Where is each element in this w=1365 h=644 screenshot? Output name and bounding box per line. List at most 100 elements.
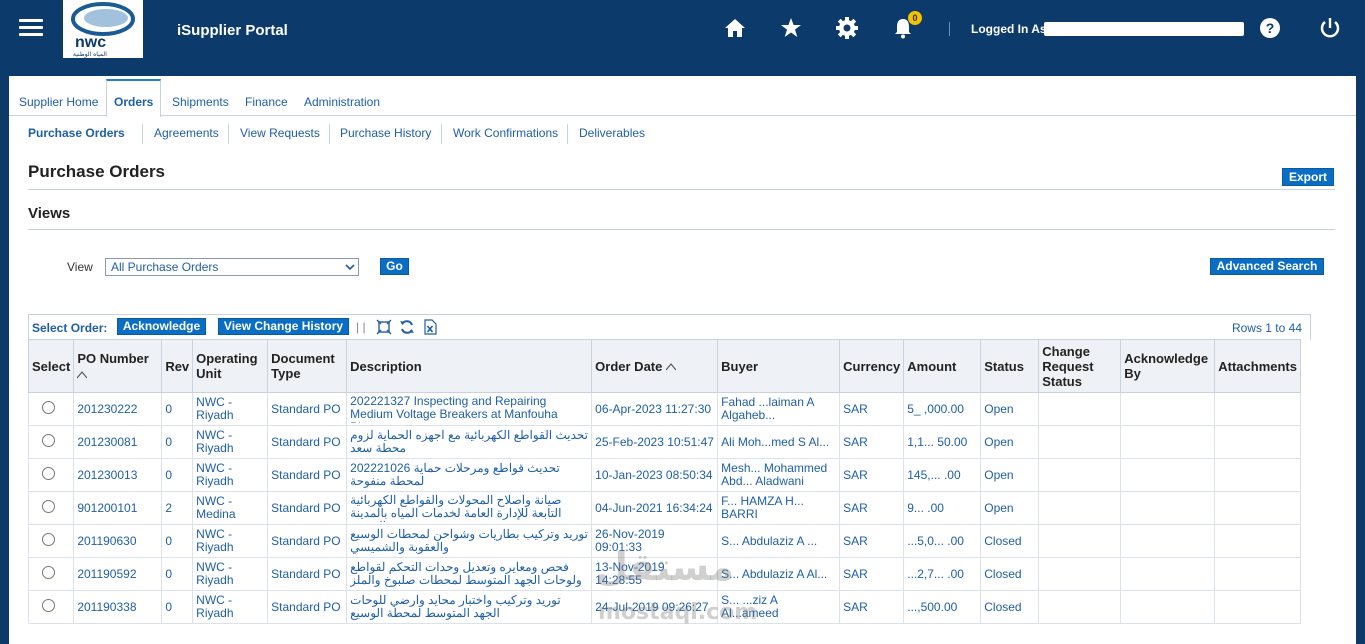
sort-ascending-icon[interactable] <box>77 370 88 379</box>
description-cell: توريد وتركيب بطاريات وشواحن لمحطات الوسي… <box>346 524 593 558</box>
help-icon[interactable]: ? <box>1258 16 1282 40</box>
settings-gear-icon[interactable] <box>835 16 859 40</box>
refresh-icon[interactable] <box>399 319 415 335</box>
row-select-radio[interactable] <box>42 434 55 447</box>
select-radio[interactable] <box>27 557 75 591</box>
acknowledge-by-cell <box>1120 425 1216 459</box>
subnav-purchase-history[interactable]: Purchase History <box>340 126 431 140</box>
rev-cell[interactable]: 0 <box>161 557 194 591</box>
po-number-link[interactable]: 201190338 <box>73 590 163 624</box>
po-number-link[interactable]: 201230081 <box>73 425 163 459</box>
row-select-radio[interactable] <box>42 533 55 546</box>
rev-cell[interactable]: 2 <box>161 491 194 525</box>
tab-orders[interactable]: Orders <box>106 79 162 117</box>
change-request-status-cell <box>1038 557 1122 591</box>
col-po-number[interactable]: PO Number <box>73 339 163 393</box>
change-request-status-cell <box>1038 425 1122 459</box>
attachments-cell <box>1214 524 1301 558</box>
row-select-radio[interactable] <box>42 401 55 414</box>
subnav-view-requests[interactable]: View Requests <box>240 126 320 140</box>
table-row: 201190592 0 NWC - Riyadh Standard PO فحص ومع… <box>27 557 1301 591</box>
excel-export-icon[interactable] <box>422 319 438 335</box>
main-tabs: Supplier Home Orders Shipments Finance A… <box>9 76 1356 117</box>
attachments-cell <box>1214 590 1301 624</box>
logout-power-icon[interactable] <box>1318 16 1342 40</box>
subnav-agreements[interactable]: Agreements <box>154 126 219 140</box>
header-separator <box>949 22 950 36</box>
po-number-link[interactable]: 901200101 <box>73 491 163 525</box>
select-radio[interactable] <box>27 392 75 426</box>
order-date-cell: 26-Nov-2019 09:01:33 <box>591 524 719 558</box>
acknowledge-button[interactable]: Acknowledge <box>117 318 206 335</box>
col-acknowledge-by: Acknowledge By <box>1120 339 1216 393</box>
advanced-search-button[interactable]: Advanced Search <box>1210 258 1324 275</box>
select-radio[interactable] <box>27 524 75 558</box>
col-amount: Amount <box>903 339 982 393</box>
app-title: iSupplier Portal <box>177 22 288 39</box>
view-select-value: All Purchase Orders <box>111 260 219 274</box>
favorites-star-icon[interactable] <box>779 16 803 40</box>
po-number-link[interactable]: 201230013 <box>73 458 163 492</box>
view-change-history-button[interactable]: View Change History <box>218 318 349 335</box>
select-radio[interactable] <box>27 590 75 624</box>
currency-cell: SAR <box>839 425 905 459</box>
description-cell: فحص ومعايره وتعديل وحدات التحكم لقواطع و… <box>346 557 593 591</box>
tab-finance[interactable]: Finance <box>245 95 288 109</box>
select-radio[interactable] <box>27 491 75 525</box>
rev-cell[interactable]: 0 <box>161 458 194 492</box>
attachments-cell <box>1214 458 1301 492</box>
page-title: Purchase Orders <box>28 162 166 181</box>
tab-administration[interactable]: Administration <box>304 95 380 109</box>
home-icon[interactable] <box>723 16 747 40</box>
currency-cell: SAR <box>839 458 905 492</box>
status-cell: Closed <box>980 590 1040 624</box>
table-row: 901200101 2 NWC - Medina Standard PO صيانة و… <box>27 491 1301 525</box>
po-number-link[interactable]: 201190630 <box>73 524 163 558</box>
col-buyer: Buyer <box>717 339 841 393</box>
export-button[interactable]: Export <box>1282 168 1334 186</box>
col-attachments: Attachments <box>1214 339 1301 393</box>
description-cell: 202221026 تحديث قواطع ومرحلات حماية لمحط… <box>346 458 593 492</box>
amount-cell: 145,... .00 <box>903 458 982 492</box>
order-date-cell: 25-Feb-2023 10:51:47 <box>591 425 719 459</box>
buyer-cell: S... Abdulaziz A Al... <box>717 557 841 591</box>
rev-cell[interactable]: 0 <box>161 425 194 459</box>
change-request-status-cell <box>1038 524 1122 558</box>
rev-cell[interactable]: 0 <box>161 392 194 426</box>
buyer-cell: S... ...ziz A Al...ameed <box>717 590 841 624</box>
buyer-cell: Fahad ...laiman A Algaheb... <box>717 392 841 426</box>
amount-cell: 5_ ,000.00 <box>903 392 982 426</box>
acknowledge-by-cell <box>1120 557 1216 591</box>
order-date-cell: 24-Jul-2019 09:26:27 <box>591 590 719 624</box>
row-select-radio[interactable] <box>42 500 55 513</box>
col-select: Select <box>27 339 75 393</box>
acknowledge-by-cell <box>1120 491 1216 525</box>
row-select-radio[interactable] <box>42 467 55 480</box>
subnav-purchase-orders[interactable]: Purchase Orders <box>28 126 125 140</box>
po-number-link[interactable]: 201190592 <box>73 557 163 591</box>
col-operating-unit: Operating Unit <box>192 339 269 393</box>
view-select[interactable]: All Purchase Orders <box>105 258 359 276</box>
po-number-link[interactable]: 201230222 <box>73 392 163 426</box>
rev-cell[interactable]: 0 <box>161 590 194 624</box>
sort-ascending-icon[interactable] <box>666 363 676 371</box>
col-order-date[interactable]: Order Date <box>591 339 719 393</box>
rev-cell[interactable]: 0 <box>161 524 194 558</box>
row-select-radio[interactable] <box>42 599 55 612</box>
go-button[interactable]: Go <box>380 258 409 275</box>
select-radio[interactable] <box>27 425 75 459</box>
col-status: Status <box>980 339 1040 393</box>
status-cell: Closed <box>980 524 1040 558</box>
expand-icon[interactable] <box>376 319 392 335</box>
subnav-work-confirmations[interactable]: Work Confirmations <box>453 126 558 140</box>
tab-supplier-home[interactable]: Supplier Home <box>19 95 98 109</box>
select-radio[interactable] <box>27 458 75 492</box>
status-cell: Open <box>980 491 1040 525</box>
tab-shipments[interactable]: Shipments <box>172 95 229 109</box>
table-row: 201190338 0 NWC - Riyadh Standard PO توريد و… <box>27 590 1301 624</box>
menu-icon[interactable] <box>19 19 43 37</box>
subnav-deliverables[interactable]: Deliverables <box>579 126 645 140</box>
table-toolbar: Select Order: Acknowledge View Change Hi… <box>28 314 1311 340</box>
row-select-radio[interactable] <box>42 566 55 579</box>
acknowledge-by-cell <box>1120 590 1216 624</box>
